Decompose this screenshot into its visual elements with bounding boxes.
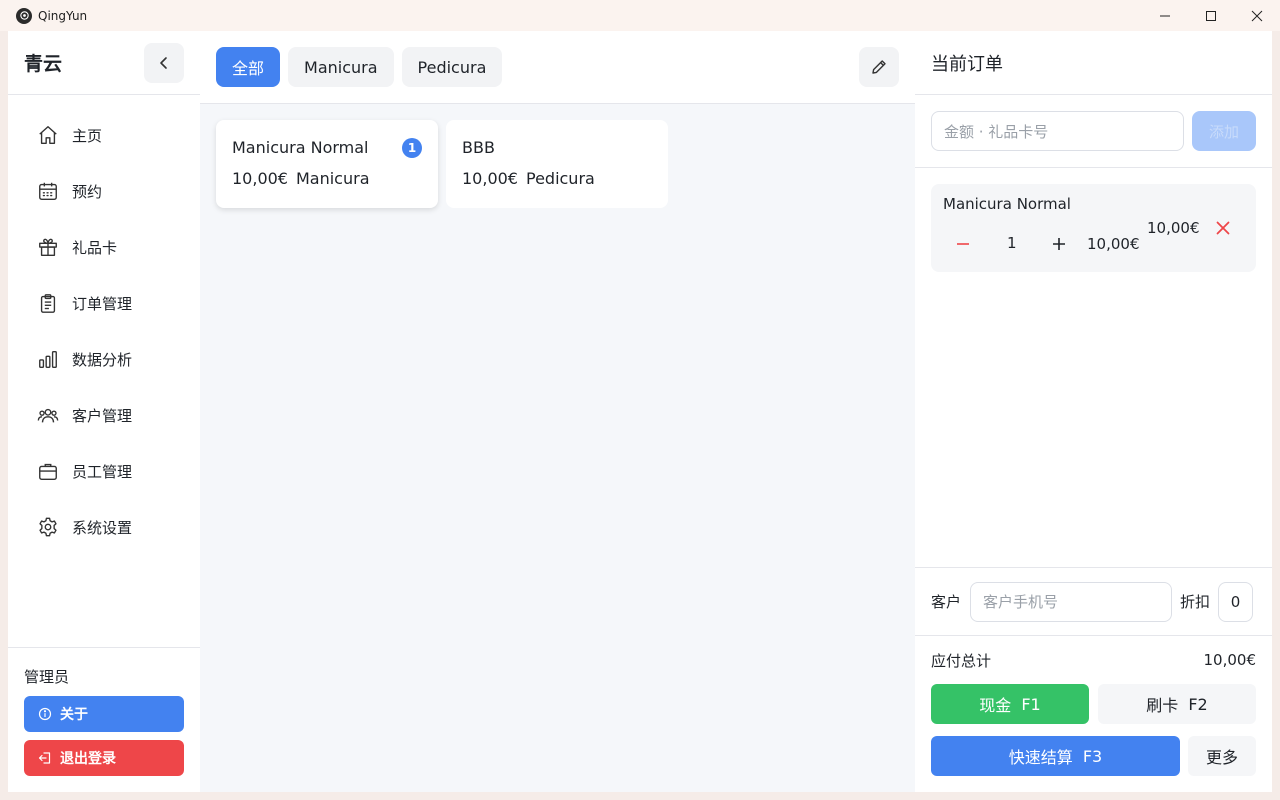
sidebar-header: 青云 <box>8 31 200 95</box>
close-icon <box>1216 221 1230 235</box>
decrease-quantity-button[interactable] <box>953 234 973 254</box>
tab-manicura[interactable]: Manicura <box>288 47 394 87</box>
bar-chart-icon <box>36 347 60 371</box>
sidebar-item-label: 礼品卡 <box>72 238 118 257</box>
discount-input[interactable]: 0 <box>1218 581 1254 622</box>
gear-icon <box>36 515 60 539</box>
sidebar: 青云 主页 预约 礼品卡 订单管理 数据分析 客户管理 员工管理 系统设置 管理… <box>8 31 200 792</box>
sidebar-item-settings[interactable]: 系统设置 <box>8 499 200 555</box>
maximize-button[interactable] <box>1188 0 1234 31</box>
total-value: 10,00€ <box>1203 651 1257 669</box>
tab-all[interactable]: 全部 <box>216 47 281 87</box>
customer-phone-input[interactable]: 客户手机号 <box>970 581 1173 622</box>
briefcase-icon <box>36 459 60 483</box>
remove-item-button[interactable] <box>1214 219 1232 237</box>
total-label: 应付总计 <box>931 651 992 670</box>
sidebar-item-label: 数据分析 <box>72 350 133 369</box>
quick-checkout-button[interactable]: 快速结算 F3 <box>931 736 1180 776</box>
edit-products-button[interactable] <box>859 47 899 87</box>
line-item-name: Manicura Normal <box>943 195 1071 213</box>
cash-shortcut: F1 <box>1021 694 1041 714</box>
sidebar-item-analytics[interactable]: 数据分析 <box>8 331 200 387</box>
product-grid: Manicura Normal 10,00€ Manicura 1 BBB 10,… <box>200 104 915 224</box>
close-icon <box>1251 10 1263 21</box>
discount-label: 折扣 <box>1180 593 1211 611</box>
product-price: 10,00€ <box>232 169 288 188</box>
users-icon <box>36 403 60 427</box>
sidebar-item-appointments[interactable]: 预约 <box>8 163 200 219</box>
app-logo-icon <box>16 7 32 24</box>
sidebar-nav: 主页 预约 礼品卡 订单管理 数据分析 客户管理 员工管理 系统设置 <box>8 95 200 555</box>
clipboard-icon <box>36 291 60 315</box>
title-bar: QingYun <box>0 0 1280 31</box>
total-row: 应付总计 10,00€ <box>931 636 1256 684</box>
home-icon <box>36 123 60 147</box>
tab-pedicura[interactable]: Pedicura <box>401 47 503 87</box>
sidebar-item-home[interactable]: 主页 <box>8 107 200 163</box>
sidebar-item-staff[interactable]: 员工管理 <box>8 443 200 499</box>
card-label: 刷卡 <box>1146 696 1179 715</box>
chevron-left-icon <box>160 57 167 69</box>
product-card[interactable]: Manicura Normal 10,00€ Manicura 1 <box>216 120 438 208</box>
logout-button[interactable]: 退出登录 <box>24 740 184 776</box>
quick-shortcut: F3 <box>1082 746 1103 766</box>
product-category: Pedicura <box>525 169 595 188</box>
sidebar-item-label: 客户管理 <box>72 406 133 425</box>
minimize-button[interactable] <box>1142 0 1188 31</box>
product-name: BBB <box>462 138 495 157</box>
more-button[interactable]: 更多 <box>1188 736 1256 776</box>
sidebar-item-label: 主页 <box>72 126 103 145</box>
product-panel: 全部 Manicura Pedicura Manicura Normal 10,… <box>200 31 915 792</box>
info-icon <box>38 707 52 721</box>
calendar-icon <box>36 179 60 203</box>
gift-card-input[interactable]: 金额 · 礼品卡号 <box>931 111 1184 151</box>
gift-card-row: 金额 · 礼品卡号 添加 <box>915 95 1272 168</box>
customer-label: 客户 <box>931 593 962 611</box>
cash-label: 现金 <box>979 696 1012 715</box>
order-panel: 当前订单 金额 · 礼品卡号 添加 Manicura Normal 1 10,0… <box>915 31 1272 792</box>
card-button[interactable]: 刷卡 F2 <box>1098 684 1256 724</box>
plus-icon <box>1053 238 1065 250</box>
card-shortcut: F2 <box>1188 694 1208 714</box>
quick-label: 快速结算 <box>1008 748 1073 767</box>
user-role: 管理员 <box>24 668 70 686</box>
payment-section: 应付总计 10,00€ 现金 F1 刷卡 F2 快速结算 F3 更多 <box>915 636 1272 792</box>
order-line-item: Manicura Normal 1 10,00€ 10,00€ <box>931 184 1256 272</box>
gift-icon <box>36 235 60 259</box>
about-button[interactable]: 关于 <box>24 696 184 732</box>
minimize-icon <box>1160 15 1170 16</box>
sidebar-item-label: 员工管理 <box>72 462 133 481</box>
brand-name: 青云 <box>24 53 63 75</box>
pencil-icon <box>872 60 886 74</box>
sidebar-item-gift-cards[interactable]: 礼品卡 <box>8 219 200 275</box>
window-title: QingYun <box>38 8 88 23</box>
category-tabs: 全部 Manicura Pedicura <box>200 31 915 104</box>
close-window-button[interactable] <box>1234 0 1280 31</box>
product-price: 10,00€ <box>462 169 518 188</box>
order-title: 当前订单 <box>915 31 1272 95</box>
sidebar-item-label: 系统设置 <box>72 518 133 537</box>
sidebar-item-label: 订单管理 <box>72 294 133 313</box>
line-item-quantity: 1 <box>1007 234 1017 252</box>
cash-button[interactable]: 现金 F1 <box>931 684 1089 724</box>
line-item-unit-price: 10,00€ <box>1087 235 1140 253</box>
product-name: Manicura Normal <box>232 138 369 157</box>
add-gift-card-button[interactable]: 添加 <box>1192 111 1256 151</box>
logout-icon <box>38 752 51 764</box>
cart-count-badge: 1 <box>402 138 422 158</box>
sidebar-footer: 管理员 关于 退出登录 <box>8 647 200 792</box>
collapse-sidebar-button[interactable] <box>144 43 184 83</box>
line-item-total: 10,00€ <box>1147 219 1200 237</box>
product-category: Manicura <box>295 169 370 188</box>
about-label: 关于 <box>60 707 88 723</box>
maximize-icon <box>1206 10 1216 21</box>
sidebar-item-label: 预约 <box>72 182 103 201</box>
logout-label: 退出登录 <box>60 751 116 767</box>
increase-quantity-button[interactable] <box>1049 234 1069 254</box>
customer-row: 客户 客户手机号 折扣 0 <box>915 567 1272 636</box>
sidebar-item-customers[interactable]: 客户管理 <box>8 387 200 443</box>
product-card[interactable]: BBB 10,00€ Pedicura <box>446 120 668 208</box>
minus-icon <box>957 243 969 245</box>
sidebar-item-orders[interactable]: 订单管理 <box>8 275 200 331</box>
